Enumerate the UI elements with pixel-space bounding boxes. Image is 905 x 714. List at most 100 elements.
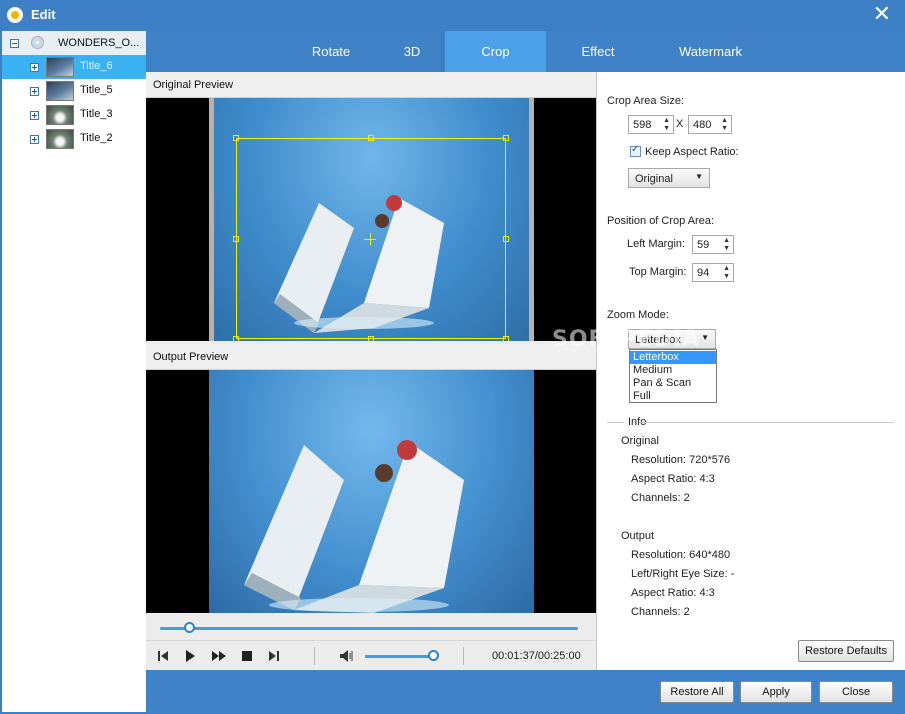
tab-effect[interactable]: Effect (546, 31, 650, 72)
output-preview-header: Output Preview (146, 344, 596, 370)
apply-button[interactable]: Apply (740, 681, 812, 703)
playback-time: 00:01:37/00:25:00 (492, 650, 581, 662)
crop-handle[interactable] (233, 135, 239, 141)
spinner-arrows-icon[interactable]: ▲ ▼ (663, 117, 670, 133)
window-title: Edit (31, 7, 56, 22)
output-preview-label: Output Preview (153, 351, 229, 363)
original-aspect-ratio: Aspect Ratio: 4:3 (631, 473, 715, 485)
tab-rotate[interactable]: Rotate (283, 31, 379, 72)
divider (463, 647, 464, 665)
spinner-arrows-icon[interactable]: ▲ ▼ (723, 237, 730, 253)
expand-icon[interactable] (30, 87, 39, 96)
crop-height-spinner[interactable]: 480 ▲ ▼ (688, 115, 732, 134)
zoom-mode-label: Zoom Mode: (607, 309, 669, 321)
tree-item-label: Title_6 (80, 60, 113, 72)
window-title-bar: Edit ✕ (0, 0, 905, 31)
edit-tabs: Rotate 3D Crop Effect Watermark (146, 31, 905, 72)
zoom-option-medium[interactable]: Medium (630, 364, 716, 377)
seek-bar[interactable] (146, 614, 596, 640)
tab-crop[interactable]: Crop (445, 31, 546, 72)
title-thumbnail (46, 57, 74, 77)
top-margin-label: Top Margin: (629, 266, 687, 278)
chevron-down-icon: ▼ (701, 333, 709, 342)
crop-area-size-label: Crop Area Size: (607, 95, 685, 107)
top-margin-value: 94 (697, 267, 710, 279)
playback-controls: 00:01:37/00:25:00 (146, 640, 596, 671)
keep-aspect-checkbox[interactable] (630, 144, 641, 157)
title-thumbnail (46, 129, 74, 149)
output-aspect-ratio: Aspect Ratio: 4:3 (631, 587, 715, 599)
divider (607, 422, 624, 423)
zoom-option-full[interactable]: Full (630, 390, 716, 403)
tree-item-title-6[interactable]: Title_6 (2, 55, 146, 79)
zoom-mode-dropdown: Letterbox Medium Pan & Scan Full (629, 349, 717, 403)
output-resolution: Resolution: 640*480 (631, 549, 731, 561)
spinner-arrows-icon[interactable]: ▲ ▼ (723, 265, 730, 281)
left-margin-value: 59 (697, 239, 710, 251)
chevron-down-icon: ▼ (695, 172, 703, 181)
crop-height-value: 480 (693, 119, 712, 131)
watermark-text: SOFTPEDIA (552, 327, 701, 352)
next-frame-icon[interactable] (267, 649, 281, 663)
title-thumbnail (46, 105, 74, 125)
seek-track[interactable] (160, 627, 578, 630)
boat-image (244, 440, 464, 613)
tree-root-row[interactable]: WONDERS_O... (2, 31, 146, 55)
tree-item-title-3[interactable]: Title_3 (2, 103, 146, 127)
tree-item-label: Title_3 (80, 108, 113, 120)
collapse-icon[interactable] (10, 39, 19, 48)
crop-handle[interactable] (503, 135, 509, 141)
output-frame (209, 370, 534, 613)
tab-3d[interactable]: 3D (379, 31, 445, 72)
crop-handle[interactable] (233, 236, 239, 242)
volume-icon[interactable] (339, 649, 353, 663)
output-preview-video (146, 370, 596, 613)
zoom-option-pan-scan[interactable]: Pan & Scan (630, 377, 716, 390)
seek-handle[interactable] (184, 622, 196, 633)
info-original-label: Original (621, 435, 659, 447)
disc-icon (31, 36, 44, 49)
keep-aspect-label: Keep Aspect Ratio: (645, 146, 739, 158)
restore-all-button[interactable]: Restore All (660, 681, 734, 703)
stop-icon[interactable] (240, 649, 254, 663)
aspect-ratio-select[interactable]: Original ▼ (628, 168, 710, 188)
tree-root-label: WONDERS_O... (58, 37, 140, 49)
tree-item-label: Title_2 (80, 132, 113, 144)
info-output-label: Output (621, 530, 655, 542)
crop-width-value: 598 (633, 119, 652, 131)
left-margin-spinner[interactable]: 59 ▲ ▼ (692, 235, 734, 254)
tree-item-title-5[interactable]: Title_5 (2, 79, 146, 103)
crop-position-label: Position of Crop Area: (607, 215, 715, 227)
crop-settings-panel: Crop Area Size: 598 ▲▼ X 480 ▲▼ Keep Asp… (597, 72, 905, 670)
crop-center-icon (370, 233, 371, 245)
play-icon[interactable] (183, 649, 197, 663)
zoom-option-letterbox[interactable]: Letterbox (630, 351, 716, 364)
close-window-icon[interactable]: ✕ (873, 3, 891, 25)
top-margin-spinner[interactable]: 94 ▲ ▼ (692, 263, 734, 282)
previous-frame-icon[interactable] (156, 649, 170, 663)
tree-item-title-2[interactable]: Title_2 (2, 127, 146, 151)
fast-forward-icon[interactable] (211, 649, 226, 663)
crop-handle[interactable] (368, 135, 374, 141)
crop-width-spinner[interactable]: 598 ▲ ▼ (628, 115, 674, 134)
spinner-arrows-icon[interactable]: ▲ ▼ (721, 117, 728, 133)
original-preview-header: Original Preview (146, 72, 596, 98)
restore-defaults-button[interactable]: Restore Defaults (798, 640, 894, 662)
crop-handle[interactable] (503, 236, 509, 242)
volume-handle[interactable] (428, 650, 440, 661)
crop-handle[interactable] (233, 336, 239, 341)
crop-handle[interactable] (368, 336, 374, 341)
crop-handle[interactable] (503, 336, 509, 341)
output-channels: Channels: 2 (631, 606, 690, 618)
expand-icon[interactable] (30, 63, 39, 72)
tab-watermark[interactable]: Watermark (650, 31, 771, 72)
original-preview-label: Original Preview (153, 79, 234, 91)
expand-icon[interactable] (30, 135, 39, 144)
expand-icon[interactable] (30, 111, 39, 120)
close-button[interactable]: Close (819, 681, 893, 703)
size-separator: X (676, 118, 684, 130)
volume-track[interactable] (365, 655, 437, 658)
divider (314, 647, 315, 665)
divider (639, 422, 894, 423)
original-resolution: Resolution: 720*576 (631, 454, 731, 466)
